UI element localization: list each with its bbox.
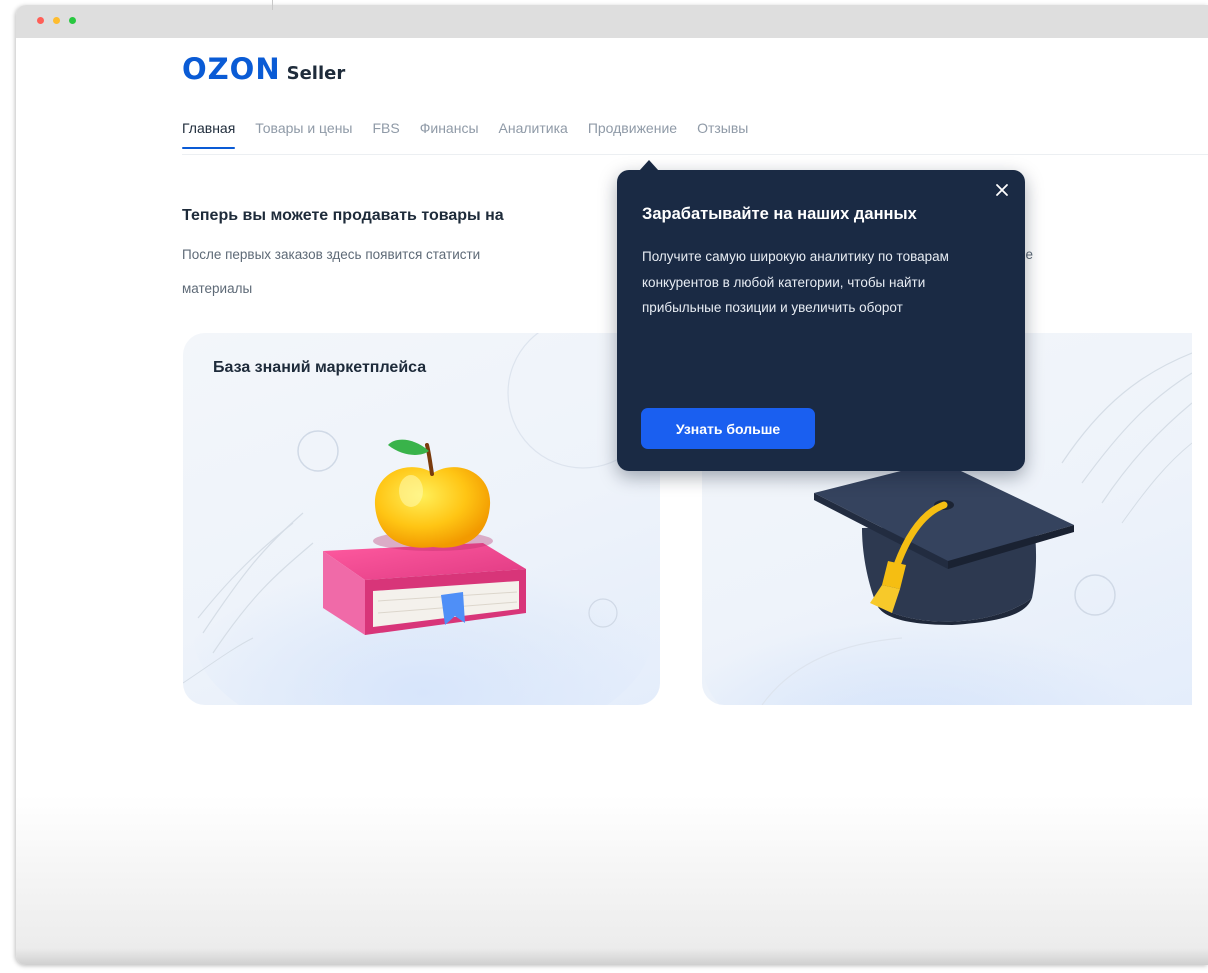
- page-footer-fade: [16, 795, 1208, 965]
- page-subtitle-line1: После первых заказов здесь появится стат…: [182, 247, 481, 262]
- minimize-window-icon[interactable]: [53, 17, 60, 24]
- tab-products-prices[interactable]: Товары и цены: [255, 120, 352, 146]
- tab-analytics[interactable]: Аналитика: [499, 120, 568, 146]
- logo-seller-text: Seller: [286, 63, 346, 84]
- tab-fbs[interactable]: FBS: [373, 120, 400, 146]
- knowledge-base-card-title: База знаний маркетплейса: [213, 359, 427, 376]
- ozon-seller-logo[interactable]: OZON Seller: [182, 52, 345, 86]
- close-window-icon[interactable]: [37, 17, 44, 24]
- popover-title: Зарабатывайте на наших данных: [642, 205, 917, 223]
- zoom-window-icon[interactable]: [69, 17, 76, 24]
- close-icon[interactable]: [994, 182, 1010, 198]
- learn-more-button[interactable]: Узнать больше: [641, 408, 815, 449]
- page-headline: Теперь вы можете продавать товары на: [182, 207, 504, 224]
- tab-finance[interactable]: Финансы: [420, 120, 479, 146]
- knowledge-base-card[interactable]: База знаний маркетплейса: [183, 333, 660, 705]
- tab-promotion[interactable]: Продвижение: [588, 120, 677, 146]
- guide-line: [272, 0, 273, 10]
- apple-on-book-icon: [183, 333, 659, 705]
- logo-ozon-text: OZON: [182, 52, 281, 86]
- nav-divider: [182, 154, 1208, 155]
- window-titlebar: [16, 5, 1208, 38]
- page-subtitle-line2: материалы: [182, 281, 253, 296]
- tab-reviews[interactable]: Отзывы: [697, 120, 748, 146]
- main-nav: Главная Товары и цены FBS Финансы Аналит…: [182, 120, 748, 149]
- tab-home[interactable]: Главная: [182, 120, 236, 149]
- popover-text: Получите самую широкую аналитику по това…: [642, 249, 949, 315]
